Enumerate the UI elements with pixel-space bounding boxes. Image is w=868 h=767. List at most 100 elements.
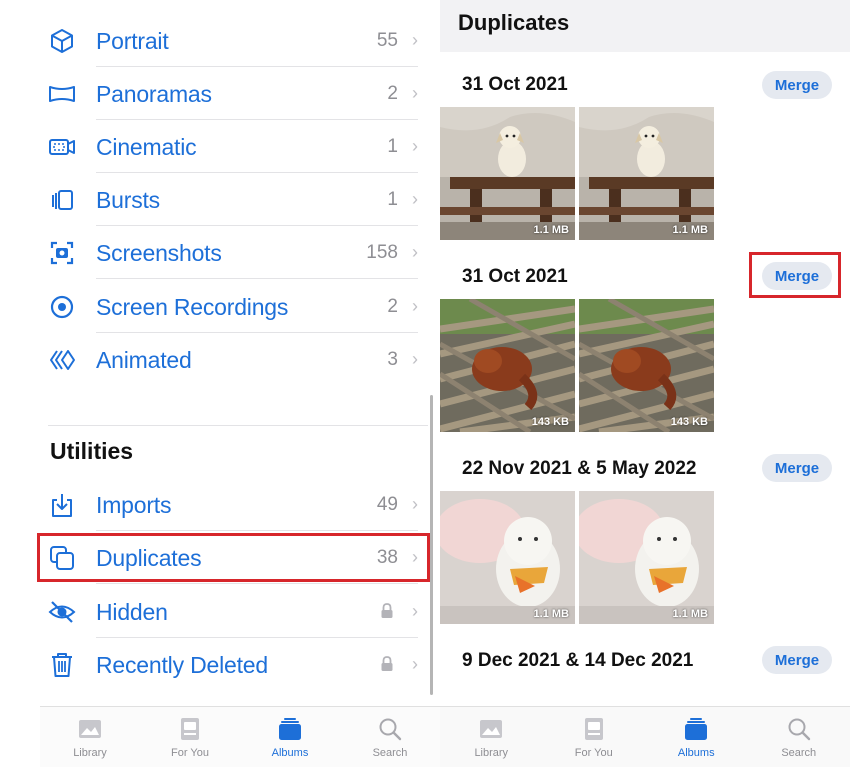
album-label: Recently Deleted [96,652,268,678]
chevron-right-icon: › [412,242,418,262]
library-photos-icon [79,720,101,738]
albums-pane: Portrait 55 › Panoramas 2 › Cinematic 1 … [0,0,440,767]
screenshot-icon [47,238,77,268]
duplicate-photo-thumbnail[interactable]: 1.1 MB [440,107,575,240]
puppy-photo [579,107,714,240]
tab-for-you[interactable]: For You [549,707,639,767]
album-row-screenshots[interactable]: Screenshots 158 › [0,226,430,279]
utilities-section-title: Utilities [50,438,134,464]
chevron-right-icon: › [412,30,418,50]
album-row-portrait[interactable]: Portrait 55 › [0,14,430,67]
import-icon [47,490,77,520]
duplicates-row-highlight [37,533,430,582]
file-size-label: 1.1 MB [672,224,708,236]
red-panda-photo [579,299,714,432]
trash-icon [47,650,77,680]
chevron-right-icon: › [412,296,418,316]
album-row-cinematic[interactable]: Cinematic 1 › [0,120,430,173]
album-count: 2 [387,83,398,104]
album-label: Screenshots [96,240,222,266]
merge-button[interactable]: Merge [762,646,832,674]
album-row-screen-recordings[interactable]: Screen Recordings 2 › [0,280,430,333]
album-label: Portrait [96,28,169,54]
duplicates-header: Duplicates [440,0,850,52]
album-row-hidden[interactable]: Hidden › [0,585,430,638]
album-label: Screen Recordings [96,294,289,320]
chevron-right-icon: › [412,189,418,209]
duplicate-group-date: 31 Oct 2021 [462,74,568,95]
scroll-indicator[interactable] [430,395,433,695]
tab-label: Albums [271,747,309,759]
album-row-animated[interactable]: Animated 3 › [0,333,430,386]
album-count: 1 [387,189,398,210]
row-divider [96,278,418,279]
merge-button[interactable]: Merge [762,454,832,482]
albums-icon [685,718,708,740]
chevron-right-icon: › [412,136,418,156]
file-size-label: 1.1 MB [533,608,569,620]
red-panda-photo [440,299,575,432]
duplicate-photo-thumbnail[interactable]: 143 KB [579,299,714,432]
duplicate-group-date: 31 Oct 2021 [462,266,568,287]
album-count: 55 [376,30,398,51]
tab-label: For You [171,747,209,759]
plush-toys-photo [579,491,714,624]
chevron-right-icon: › [412,349,418,369]
duplicate-photo-thumbnail[interactable]: 1.1 MB [579,491,714,624]
lock-icon [380,655,394,673]
tab-label: Search [372,747,408,759]
tab-label: Library [73,747,107,759]
album-count: 49 [376,494,398,515]
albums-icon [279,718,301,740]
album-label: Animated [96,347,192,373]
bursts-icon [47,185,77,215]
tab-bar-left: Library For You Albums Search [40,706,440,767]
duplicate-photo-thumbnail[interactable]: 1.1 MB [579,107,714,240]
album-row-panoramas[interactable]: Panoramas 2 › [0,67,430,120]
tab-library[interactable]: Library [45,707,135,767]
duplicate-photo-thumbnail[interactable]: 143 KB [440,299,575,432]
merge-button-highlight [749,252,841,298]
chevron-right-icon: › [412,654,418,674]
row-divider [96,583,418,584]
album-label: Bursts [96,187,160,213]
album-row-bursts[interactable]: Bursts 1 › [0,173,430,226]
tab-albums[interactable]: Albums [245,707,335,767]
tab-for-you[interactable]: For You [145,707,235,767]
tab-search[interactable]: Search [345,707,435,767]
duplicate-group-date: 9 Dec 2021 & 14 Dec 2021 [462,650,694,671]
chevron-right-icon: › [412,83,418,103]
page-title: Duplicates [458,10,570,35]
duplicate-photo-thumbnail[interactable]: 1.1 MB [440,491,575,624]
tab-library[interactable]: Library [446,707,536,767]
lock-icon [380,602,394,620]
file-size-label: 1.1 MB [672,608,708,620]
duplicate-group-date: 22 Nov 2021 & 5 May 2022 [462,458,697,479]
album-row-recently-deleted[interactable]: Recently Deleted › [0,638,430,691]
merge-button[interactable]: Merge [762,71,832,99]
album-label: Panoramas [96,81,212,107]
album-label: Imports [96,492,172,518]
file-size-label: 1.1 MB [533,224,569,236]
search-icon [788,718,810,741]
duplicates-pane: Duplicates 31 Oct 2021 Merge 1.1 MB 1.1 … [440,0,850,706]
tab-search[interactable]: Search [754,707,844,767]
library-photos-icon [480,720,503,738]
for-you-icon [181,718,199,740]
hidden-eye-icon [47,597,77,627]
screen-recording-icon [47,292,77,322]
album-count: 158 [366,242,398,263]
portrait-cube-icon [47,26,77,56]
animated-icon [47,345,77,375]
cinematic-icon [47,132,77,162]
album-label: Cinematic [96,134,197,160]
album-count: 1 [387,136,398,157]
tab-label: Albums [677,747,715,759]
tab-albums[interactable]: Albums [651,707,741,767]
tab-label: Search [781,747,817,759]
puppy-photo [440,107,575,240]
album-row-imports[interactable]: Imports 49 › [0,478,430,531]
for-you-icon [584,718,603,740]
search-icon [379,718,402,741]
album-count: 2 [387,296,398,317]
